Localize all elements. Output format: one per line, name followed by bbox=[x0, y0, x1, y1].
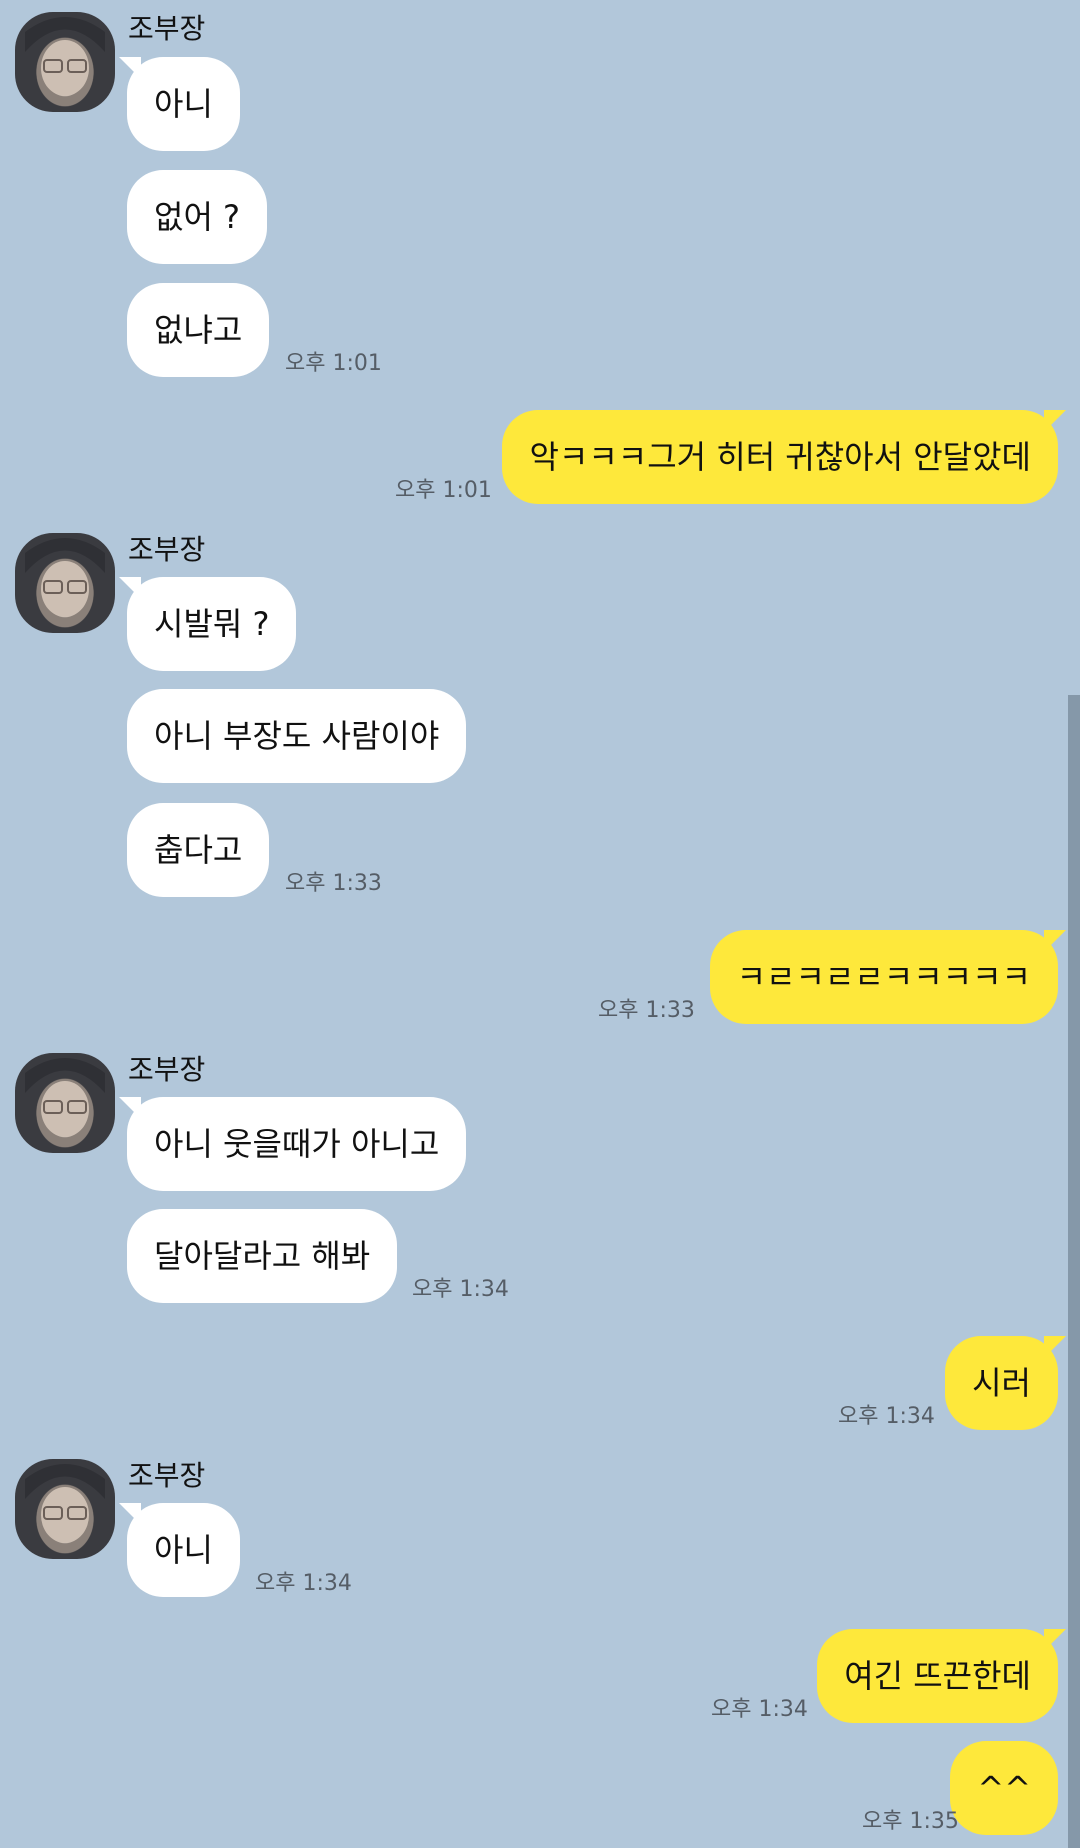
message-timestamp: 오후 1:34 bbox=[412, 1277, 509, 1302]
outgoing-message[interactable]: 악ㅋㅋㅋ그거 히터 귀찮아서 안달았데 bbox=[502, 410, 1066, 504]
message-timestamp: 오후 1:01 bbox=[395, 478, 492, 503]
incoming-message[interactable]: 달아달라고 해봐 bbox=[127, 1209, 398, 1303]
message-timestamp: 오후 1:34 bbox=[838, 1404, 935, 1429]
incoming-message[interactable]: 아니 bbox=[119, 57, 240, 151]
message-timestamp: 오후 1:33 bbox=[285, 871, 382, 896]
incoming-message[interactable]: 아니 웃을때가 아니고 bbox=[118, 1097, 467, 1191]
incoming-message[interactable]: 아니 부장도 사람이야 bbox=[127, 689, 467, 783]
outgoing-message[interactable]: 시러 bbox=[945, 1336, 1066, 1430]
sender-avatar[interactable] bbox=[15, 1459, 115, 1559]
message-timestamp: 오후 1:33 bbox=[598, 998, 695, 1023]
outgoing-message[interactable]: ^^ bbox=[950, 1741, 1058, 1835]
sender-avatar[interactable] bbox=[15, 12, 115, 112]
scrollbar[interactable] bbox=[1068, 695, 1080, 1848]
incoming-message[interactable]: 아니 bbox=[119, 1503, 240, 1597]
incoming-message[interactable]: 시발뭐 ? bbox=[118, 577, 297, 671]
incoming-message[interactable]: 없냐고 bbox=[127, 283, 270, 377]
message-timestamp: 오후 1:34 bbox=[255, 1571, 352, 1596]
outgoing-message[interactable]: ㅋㄹㅋㄹㄹㅋㅋㅋㅋㅋ bbox=[709, 930, 1067, 1024]
sender-name: 조부장 bbox=[128, 533, 206, 566]
outgoing-message[interactable]: 여긴 뜨끈한데 bbox=[817, 1629, 1066, 1723]
sender-name: 조부장 bbox=[128, 1053, 206, 1086]
incoming-message[interactable]: 춥다고 bbox=[127, 803, 270, 897]
message-timestamp: 오후 1:35 bbox=[862, 1809, 959, 1834]
sender-name: 조부장 bbox=[128, 1459, 206, 1492]
incoming-message[interactable]: 없어 ? bbox=[127, 170, 268, 264]
sender-name: 조부장 bbox=[128, 12, 206, 45]
message-timestamp: 오후 1:01 bbox=[285, 351, 382, 376]
message-timestamp: 오후 1:34 bbox=[711, 1697, 808, 1722]
chat-area[interactable]: 조부장 아니 없어 ? 없냐고 오후 1:01 악ㅋㅋㅋ그거 히터 귀찮아서 안… bbox=[0, 0, 1080, 1848]
sender-avatar[interactable] bbox=[15, 1053, 115, 1153]
sender-avatar[interactable] bbox=[15, 533, 115, 633]
